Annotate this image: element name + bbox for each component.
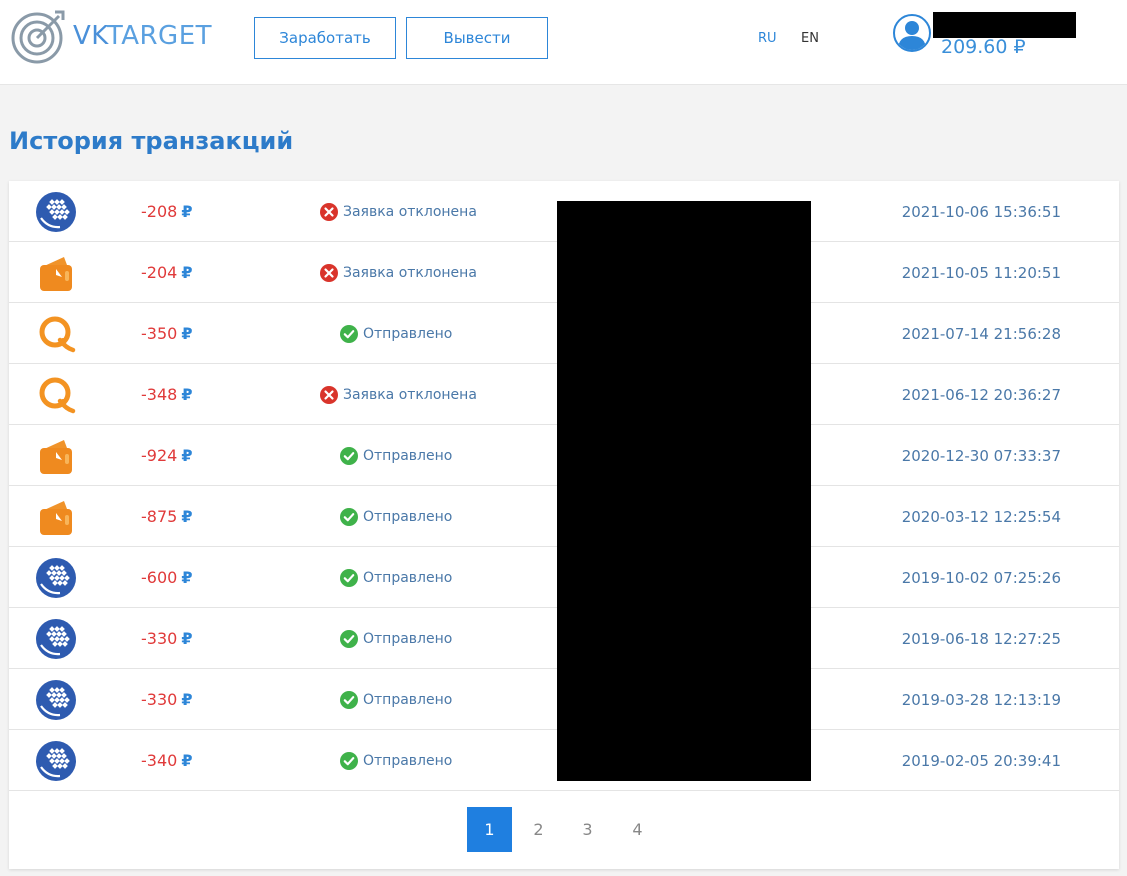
- amount: -330 ₽: [141, 690, 193, 709]
- lang-ru-link[interactable]: RU: [758, 31, 777, 46]
- user-icon: [898, 21, 926, 50]
- redacted-details: [557, 201, 811, 781]
- check-icon: [340, 630, 358, 648]
- yandex-money-icon: [36, 253, 76, 293]
- qiwi-icon: [36, 314, 76, 354]
- webmoney-icon: [36, 741, 76, 781]
- amount: -330 ₽: [141, 629, 193, 648]
- status: Отправлено: [340, 325, 452, 343]
- status: Отправлено: [340, 508, 452, 526]
- page-2-button[interactable]: 2: [516, 807, 561, 852]
- rejected-icon: [320, 264, 338, 282]
- logo[interactable]: VKTARGET: [11, 8, 212, 64]
- status: Отправлено: [340, 630, 452, 648]
- transactions-list: -208 ₽ Заявка отклонена 2021-10-06 15:36:…: [9, 181, 1119, 869]
- date: 2019-06-18 12:27:25: [901, 630, 1061, 648]
- date: 2019-10-02 07:25:26: [901, 569, 1061, 587]
- earn-button[interactable]: Заработать: [254, 17, 396, 59]
- status: Заявка отклонена: [320, 264, 477, 282]
- yandex-money-icon: [36, 497, 76, 537]
- username-redacted: [933, 12, 1076, 38]
- amount: -204 ₽: [141, 263, 193, 282]
- status: Отправлено: [340, 691, 452, 709]
- date: 2021-10-05 11:20:51: [901, 264, 1061, 282]
- amount: -600 ₽: [141, 568, 193, 587]
- rejected-icon: [320, 203, 338, 221]
- page-1-button[interactable]: 1: [467, 807, 512, 852]
- header: VKTARGET Заработать Вывести RU EN 209.60…: [0, 0, 1127, 85]
- rejected-icon: [320, 386, 338, 404]
- status: Заявка отклонена: [320, 203, 477, 221]
- webmoney-icon: [36, 619, 76, 659]
- avatar[interactable]: [893, 14, 931, 52]
- amount: -340 ₽: [141, 751, 193, 770]
- date: 2019-02-05 20:39:41: [901, 752, 1061, 770]
- status: Отправлено: [340, 569, 452, 587]
- check-icon: [340, 569, 358, 587]
- amount: -875 ₽: [141, 507, 193, 526]
- amount: -208 ₽: [141, 202, 193, 221]
- check-icon: [340, 691, 358, 709]
- webmoney-icon: [36, 192, 76, 232]
- page-title: История транзакций: [9, 127, 294, 155]
- webmoney-icon: [36, 680, 76, 720]
- pagination: 1 2 3 4: [9, 791, 1119, 869]
- lang-en-link[interactable]: EN: [801, 31, 819, 46]
- balance: 209.60 ₽: [941, 36, 1026, 58]
- date: 2020-03-12 12:25:54: [901, 508, 1061, 526]
- logo-text: VKTARGET: [73, 21, 212, 51]
- date: 2020-12-30 07:33:37: [901, 447, 1061, 465]
- check-icon: [340, 752, 358, 770]
- webmoney-icon: [36, 558, 76, 598]
- page-4-button[interactable]: 4: [615, 807, 660, 852]
- check-icon: [340, 447, 358, 465]
- target-logo-icon: [11, 10, 65, 64]
- date: 2019-03-28 12:13:19: [901, 691, 1061, 709]
- status: Заявка отклонена: [320, 386, 477, 404]
- date: 2021-07-14 21:56:28: [901, 325, 1061, 343]
- amount: -924 ₽: [141, 446, 193, 465]
- status: Отправлено: [340, 752, 452, 770]
- check-icon: [340, 325, 358, 343]
- date: 2021-06-12 20:36:27: [901, 386, 1061, 404]
- yandex-money-icon: [36, 436, 76, 476]
- check-icon: [340, 508, 358, 526]
- qiwi-icon: [36, 375, 76, 415]
- date: 2021-10-06 15:36:51: [901, 203, 1061, 221]
- page-3-button[interactable]: 3: [565, 807, 610, 852]
- amount: -348 ₽: [141, 385, 193, 404]
- withdraw-button[interactable]: Вывести: [406, 17, 548, 59]
- amount: -350 ₽: [141, 324, 193, 343]
- status: Отправлено: [340, 447, 452, 465]
